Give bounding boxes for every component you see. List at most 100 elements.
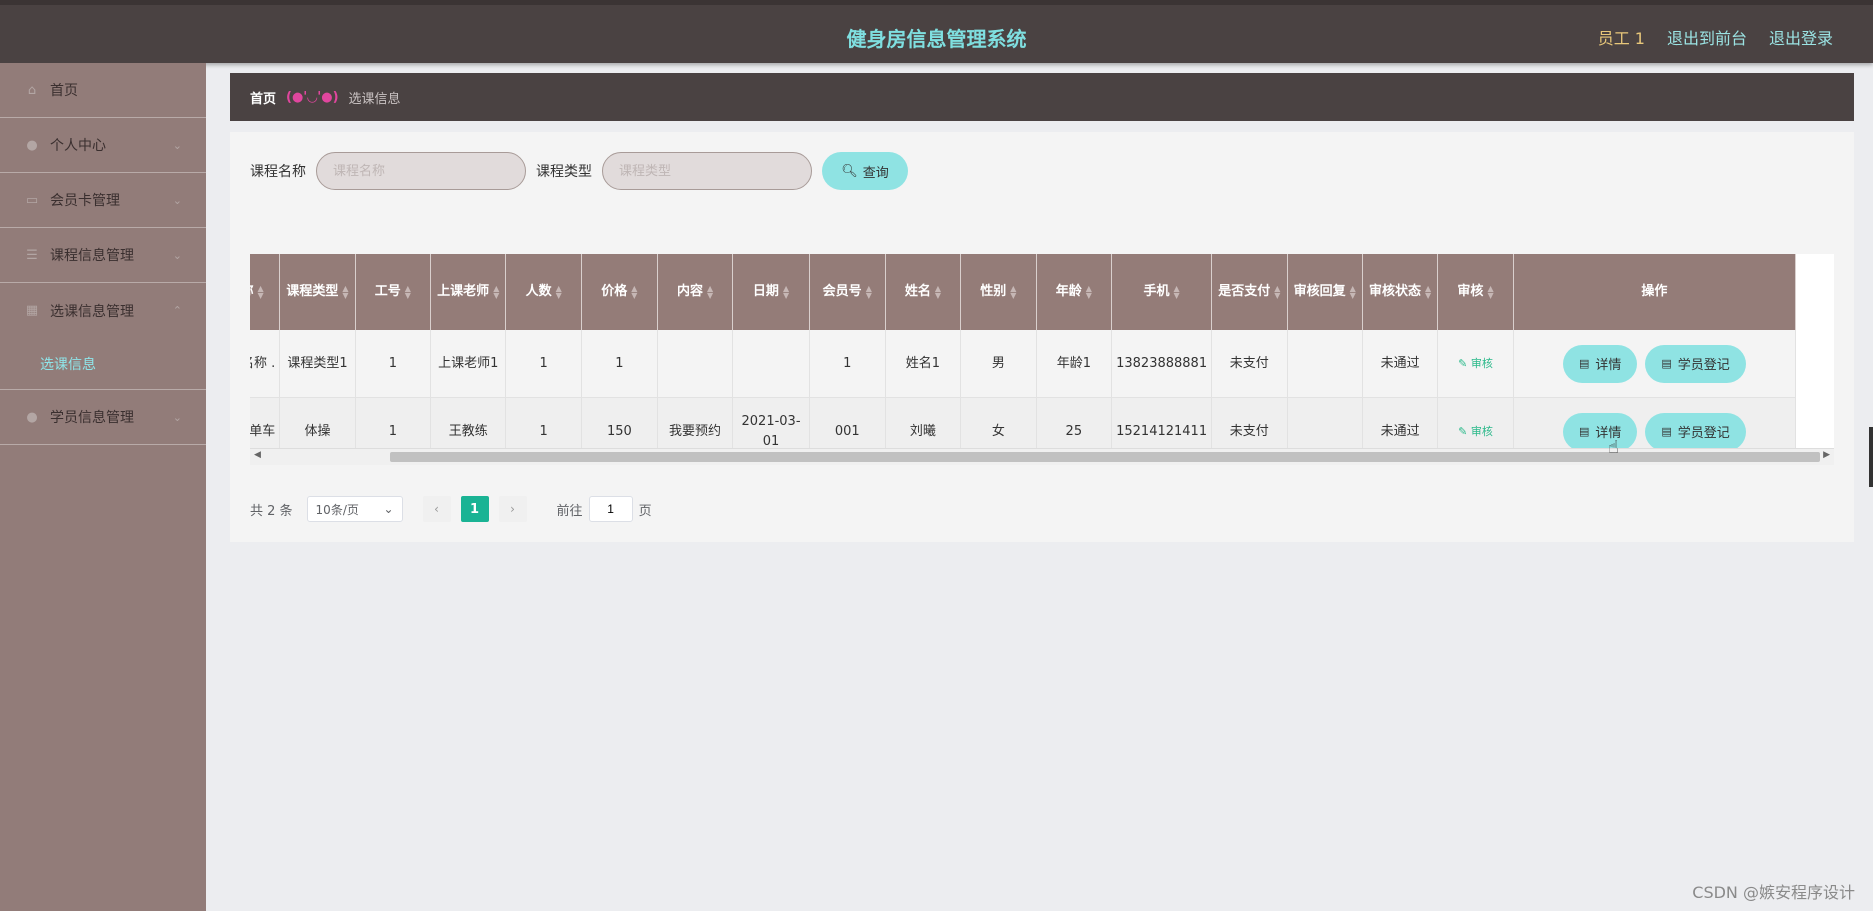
table-cell: 王教练 <box>430 397 507 448</box>
sort-icon[interactable]: ▲ ▼ <box>1174 284 1180 299</box>
register-student-button[interactable]: ▤ 学员登记 <box>1645 344 1746 383</box>
sort-icon[interactable]: ▲ ▼ <box>935 284 941 299</box>
sidebar-item-student-info[interactable]: ● 学员信息管理 ⌄ <box>0 390 206 445</box>
sort-icon[interactable]: ▲ ▼ <box>342 284 348 299</box>
breadcrumb: 首页 (●'◡'●) 选课信息 <box>230 73 1854 121</box>
column-header-label: 审核回复 <box>1293 284 1346 299</box>
scrollbar-thumb[interactable] <box>390 452 1820 462</box>
prev-page-button[interactable]: ‹ <box>422 496 451 522</box>
detail-button[interactable]: ▤ 详情 <box>1562 412 1638 448</box>
sort-icon[interactable]: ▲ ▼ <box>1010 284 1016 299</box>
chevron-down-icon: ⌄ <box>172 410 182 424</box>
table-cell <box>732 330 810 398</box>
sort-icon[interactable]: ▲ ▼ <box>1350 284 1356 299</box>
sidebar-item-personal-center[interactable]: ● 个人中心 ⌄ <box>0 118 206 173</box>
chevron-down-icon: ⌄ <box>172 138 182 152</box>
user-icon: ● <box>26 137 38 153</box>
column-header-label: 会员号 <box>822 284 862 299</box>
table-cell <box>657 330 734 398</box>
table-cell: 2021-03-01 <box>732 397 810 448</box>
table-cell: 未通过 <box>1362 397 1439 448</box>
sort-icon[interactable]: ▲ ▼ <box>1274 284 1280 299</box>
table-cell: 1 <box>355 330 432 398</box>
table-cell: ✎ 审核 <box>1437 397 1514 448</box>
column-header-label: 性别 <box>980 284 1007 299</box>
exit-to-front-link[interactable]: 退出到前台 <box>1667 25 1747 49</box>
course-type-input[interactable] <box>602 152 812 190</box>
audit-link-label: 审核 <box>1470 424 1493 438</box>
user-icon: ● <box>26 409 38 425</box>
register-student-button[interactable]: ▤ 学员登记 <box>1645 412 1746 448</box>
sort-icon[interactable]: ▲ ▼ <box>783 284 789 299</box>
column-header[interactable]: 审核状态 ▲ ▼ <box>1362 254 1439 330</box>
sidebar-item-label: 会员卡管理 <box>50 193 120 209</box>
column-header-label: 名称 <box>250 284 254 299</box>
column-header[interactable]: 内容 ▲ ▼ <box>657 254 734 330</box>
sort-icon[interactable]: ▲ ▼ <box>866 284 872 299</box>
sidebar-subitem-enrollment[interactable]: 选课信息 <box>0 338 206 390</box>
course-name-label: 课程名称 <box>250 164 306 180</box>
page-size-value: 10条/页 <box>315 502 359 517</box>
sort-icon[interactable]: ▲ ▼ <box>1086 284 1092 299</box>
column-header[interactable]: 是否支付 ▲ ▼ <box>1211 254 1288 330</box>
sort-icon[interactable]: ▲ ▼ <box>493 284 499 299</box>
column-header[interactable]: 审核 ▲ ▼ <box>1437 254 1514 330</box>
column-header-label: 是否支付 <box>1218 284 1271 299</box>
column-header[interactable]: 性别 ▲ ▼ <box>960 254 1037 330</box>
next-page-button[interactable]: › <box>498 496 527 522</box>
scroll-right-icon[interactable]: ▶ <box>1823 450 1830 460</box>
column-header[interactable]: 姓名 ▲ ▼ <box>885 254 962 330</box>
column-header[interactable]: 操作 <box>1513 254 1797 330</box>
audit-link[interactable]: ✎ 审核 <box>1458 357 1493 370</box>
page-size-select[interactable]: 10条/页 ⌄ <box>306 496 403 522</box>
column-header[interactable]: 课程类型 ▲ ▼ <box>279 254 356 330</box>
sort-icon[interactable]: ▲ ▼ <box>405 284 411 299</box>
column-header[interactable]: 日期 ▲ ▼ <box>732 254 810 330</box>
breadcrumb-current: 选课信息 <box>348 91 401 107</box>
column-header[interactable]: 上课老师 ▲ ▼ <box>430 254 507 330</box>
sidebar-item-label: 选课信息管理 <box>50 303 134 320</box>
document-icon: ▤ <box>1661 425 1672 438</box>
column-header[interactable]: 会员号 ▲ ▼ <box>809 254 886 330</box>
table-cell: 1 <box>809 330 886 398</box>
goto-page-input[interactable] <box>588 496 633 522</box>
course-name-input[interactable] <box>316 152 526 190</box>
sort-icon[interactable]: ▲ ▼ <box>556 284 562 299</box>
search-button[interactable]: 🔍︎ 查询 <box>822 152 908 190</box>
table-cell: 未支付 <box>1211 397 1288 448</box>
sidebar-item-home[interactable]: ⌂ 首页 <box>0 63 206 118</box>
column-header[interactable]: 工号 ▲ ▼ <box>355 254 432 330</box>
sort-icon[interactable]: ▲ ▼ <box>707 284 713 299</box>
column-header[interactable]: 人数 ▲ ▼ <box>505 254 582 330</box>
document-icon: ▤ <box>1578 357 1590 370</box>
sidebar-item-enrollment-info[interactable]: ▦ 选课信息管理 ⌃ <box>0 283 206 338</box>
breadcrumb-home[interactable]: 首页 <box>250 88 276 107</box>
horizontal-scrollbar[interactable]: ◀ ▶ <box>250 448 1834 465</box>
table-row: 名称 .课程类型11上课老师1111姓名1男年龄113823888881未支付未… <box>250 330 1797 398</box>
sidebar-item-course-info[interactable]: ☰ 课程信息管理 ⌄ <box>0 228 206 283</box>
sort-icon[interactable]: ▲ ▼ <box>1487 284 1493 299</box>
column-header[interactable]: 年龄 ▲ ▼ <box>1036 254 1113 330</box>
sort-icon[interactable]: ▲ ▼ <box>258 284 264 299</box>
logout-link[interactable]: 退出登录 <box>1769 25 1833 49</box>
document-icon: ▤ <box>1661 357 1672 370</box>
scroll-left-icon[interactable]: ◀ <box>254 450 261 460</box>
detail-button[interactable]: ▤ 详情 <box>1562 344 1638 383</box>
column-header[interactable]: 手机 ▲ ▼ <box>1111 254 1213 330</box>
sort-icon[interactable]: ▲ ▼ <box>1425 284 1431 299</box>
pagination: 共 2 条 10条/页 ⌄ ‹ 1 › 前往 页 <box>250 496 652 522</box>
course-type-label: 课程类型 <box>536 164 592 180</box>
sidebar-item-membership-card[interactable]: ▭ 会员卡管理 ⌄ <box>0 173 206 228</box>
table-cell <box>1287 397 1363 448</box>
chevron-down-icon: ⌄ <box>172 248 182 262</box>
list-icon: ☰ <box>26 247 38 263</box>
table-cell: ✎ 审核 <box>1437 330 1514 398</box>
column-header[interactable]: 名称 ▲▼ <box>250 254 281 330</box>
sort-icon[interactable]: ▲ ▼ <box>631 284 637 299</box>
audit-link[interactable]: ✎ 审核 <box>1458 425 1493 438</box>
sidebar-item-label: 个人中心 <box>50 138 106 154</box>
page-number-button[interactable]: 1 <box>460 496 489 522</box>
table-cell: 未支付 <box>1211 330 1288 398</box>
column-header[interactable]: 审核回复 ▲ ▼ <box>1287 254 1363 330</box>
column-header[interactable]: 价格 ▲ ▼ <box>581 254 658 330</box>
